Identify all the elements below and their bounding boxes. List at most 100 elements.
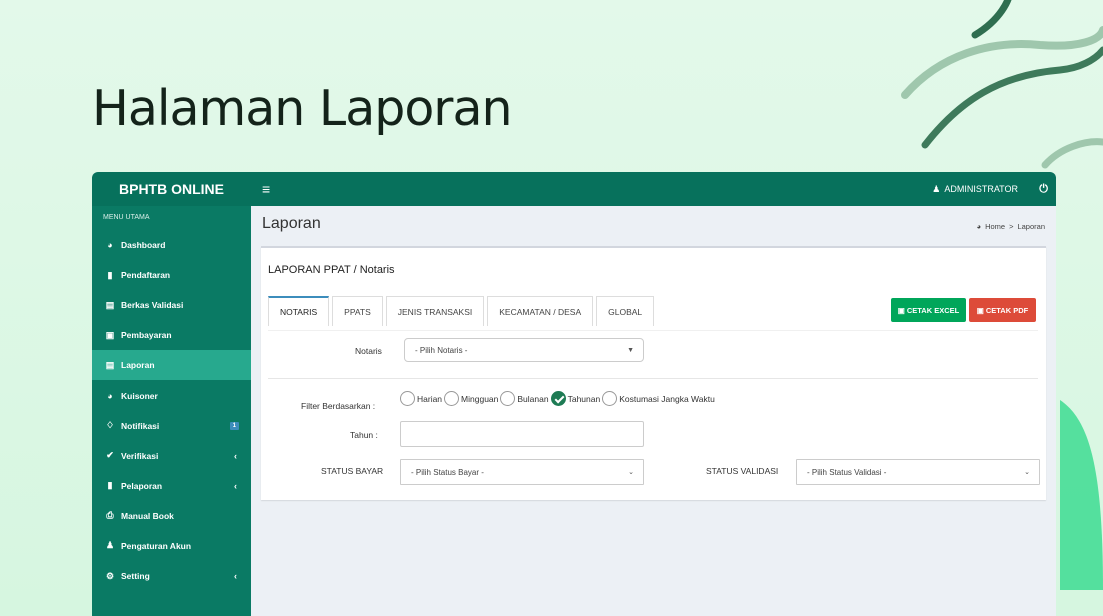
sidebar-item-label: Berkas Validasi [121,300,184,311]
sidebar-item-laporan[interactable]: ▤ Laporan [92,350,251,381]
pdf-file-icon: ▣ [976,305,984,315]
sidebar-item-pendaftaran[interactable]: ▮ Pendaftaran [92,260,251,290]
sidebar-item-pelaporan[interactable]: ▮ Pelaporan ‹ [92,471,251,501]
sidebar-item-kuisoner[interactable]: ◕ Kuisoner [92,380,251,410]
notaris-select-value: - Pilih Notaris - [415,345,468,355]
chevron-down-icon: ⌄ [1024,469,1030,476]
report-box: LAPORAN PPAT / Notaris NOTARIS PPATS JEN… [261,246,1046,500]
book-icon: ▮ [107,480,113,491]
money-icon: ▣ [105,329,115,340]
cetak-excel-button[interactable]: ▣ CETAK EXCEL [891,298,966,322]
sidebar-item-label: Laporan [121,360,155,371]
tahun-input[interactable] [400,421,644,447]
sidebar-item-pengaturan-akun[interactable]: ♟ Pengaturan Akun [92,531,251,561]
status-bayar-select[interactable]: - Pilih Status Bayar - ⌄ [400,459,644,485]
sidebar: MENU UTAMA ◕ Dashboard ▮ Pendaftaran ▤ B… [92,206,251,616]
dashboard-icon: ◕ [107,240,113,251]
cetak-excel-label: CETAK EXCEL [906,305,960,315]
sidebar-item-berkas-validasi[interactable]: ▤ Berkas Validasi [92,290,251,320]
breadcrumb-current: Laporan [1017,222,1045,231]
app-window: BPHTB ONLINE ≡ ♟ ADMINISTRATOR ⏻ MENU UT… [92,172,1056,616]
sidebar-item-label: Pembayaran [121,330,172,341]
user-name: ADMINISTRATOR [944,184,1018,194]
sidebar-item-label: Manual Book [121,510,174,521]
tabs-divider [268,330,1038,331]
top-navbar: BPHTB ONLINE ≡ ♟ ADMINISTRATOR ⏻ [92,172,1056,206]
chevron-left-icon: ‹ [234,571,237,582]
user-menu[interactable]: ♟ ADMINISTRATOR [932,172,1018,206]
radio-mingguan-label: Mingguan [461,393,499,404]
report-tabs: NOTARIS PPATS JENIS TRANSAKSI KECAMATAN … [268,296,657,326]
radio-tahunan[interactable] [550,391,566,406]
sidebar-item-label: Pelaporan [121,480,163,491]
sidebar-item-label: Setting [121,571,150,582]
report-icon: ▤ [105,359,115,370]
radio-kostumasi[interactable] [602,391,618,406]
file-icon: ▤ [105,299,115,310]
radio-mingguan[interactable] [444,391,460,406]
tahun-label: Tahun : [350,430,378,440]
status-bayar-value: - Pilih Status Bayar - [411,467,484,477]
filter-label: Filter Berdasarkan : [301,401,376,411]
notification-badge: 1 [229,421,239,430]
sidebar-item-dashboard[interactable]: ◕ Dashboard [92,230,251,260]
cetak-pdf-button[interactable]: ▣ CETAK PDF [969,298,1036,322]
sidebar-item-verifikasi[interactable]: ✔ Verifikasi ‹ [92,441,251,471]
sidebar-item-label: Notifikasi [121,420,160,431]
sidebar-item-setting[interactable]: ⚙ Setting ‹ [92,561,251,591]
tab-jenis-transaksi[interactable]: JENIS TRANSAKSI [385,296,485,326]
sidebar-item-label: Pendaftaran [121,270,171,281]
sidebar-item-notifikasi[interactable]: ♢ Notifikasi 1 [92,411,251,441]
user-icon: ♟ [105,540,115,551]
book-icon: ▮ [107,269,113,280]
status-bayar-label: STATUS BAYAR [321,466,384,476]
sidebar-item-label: Verifikasi [121,450,159,461]
tab-global[interactable]: GLOBAL [596,296,655,326]
hamburger-menu-icon[interactable]: ≡ [262,180,270,198]
radio-kostumasi-label: Kostumasi Jangka Waktu [619,393,715,404]
chevron-left-icon: ‹ [234,480,237,491]
radio-harian[interactable] [400,391,415,406]
bell-icon: ♢ [105,420,115,431]
sidebar-item-label: Kuisoner [121,390,158,401]
tab-kecamatan-desa[interactable]: KECAMATAN / DESA [487,296,594,326]
user-icon: ♟ [932,184,941,194]
main-content: Laporan ◕ Home > Laporan LAPORAN PPAT / … [251,206,1056,616]
pie-icon: ◕ [107,390,113,401]
slide-title: Halaman Laporan [92,80,513,137]
status-validasi-label: STATUS VALIDASI [706,466,779,476]
tab-notaris[interactable]: NOTARIS [268,296,330,326]
radio-bulanan[interactable] [500,391,516,406]
tab-ppats[interactable]: PPATS [332,296,383,326]
breadcrumb-separator: > [1009,222,1014,231]
chevron-down-icon: ⌄ [628,469,634,476]
status-validasi-value: - Pilih Status Validasi - [807,467,887,477]
power-icon[interactable]: ⏻ [1039,172,1048,206]
radio-tahunan-label: Tahunan [567,393,601,404]
radio-harian-label: Harian [417,393,443,404]
sidebar-item-label: Pengaturan Akun [121,540,192,551]
breadcrumb: ◕ Home > Laporan [977,222,1045,231]
gear-icon: ⚙ [105,570,115,581]
cetak-pdf-label: CETAK PDF [985,305,1029,315]
sidebar-item-manual-book[interactable]: ⎙ Manual Book [92,501,251,531]
page-title: Laporan [262,215,321,232]
dashboard-icon: ◕ [976,222,982,231]
notaris-select[interactable]: - Pilih Notaris - ▼ [404,338,644,362]
print-icon: ⎙ [106,510,114,521]
breadcrumb-home[interactable]: Home [985,222,1005,231]
sidebar-header: MENU UTAMA [103,214,150,221]
excel-file-icon: ▣ [897,305,905,315]
sidebar-item-label: Dashboard [121,240,166,251]
caret-down-icon: ▼ [627,346,634,354]
notaris-label: Notaris [355,346,382,356]
status-validasi-select[interactable]: - Pilih Status Validasi - ⌄ [796,459,1040,485]
box-title: LAPORAN PPAT / Notaris [268,264,395,276]
brand-logo[interactable]: BPHTB ONLINE [92,172,251,206]
chevron-left-icon: ‹ [234,450,237,461]
radio-bulanan-label: Bulanan [517,393,549,404]
form-divider [268,378,1038,379]
filter-radio-group: Harian Mingguan Bulanan Tahunan Kostumas… [400,391,717,406]
check-icon: ✔ [106,450,114,461]
sidebar-item-pembayaran[interactable]: ▣ Pembayaran [92,320,251,350]
